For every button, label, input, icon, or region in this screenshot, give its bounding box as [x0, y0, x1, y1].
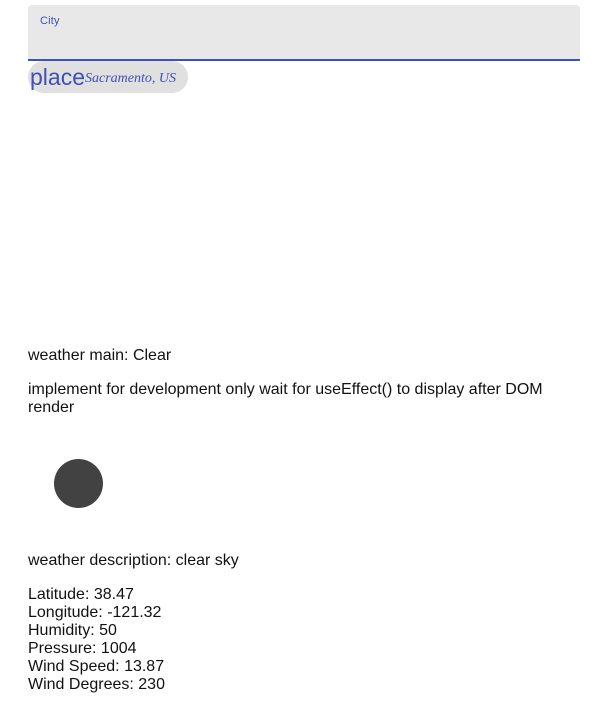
wind-degrees-value: 230	[138, 676, 165, 693]
weather-stats: Latitude: 38.47 Longitude: -121.32 Humid…	[28, 586, 165, 694]
wind-speed-value: 13.87	[124, 658, 165, 675]
weather-main-label: weather main:	[28, 347, 133, 364]
place-icon: place	[30, 64, 85, 90]
city-field[interactable]: City	[28, 5, 580, 61]
pressure-label: Pressure:	[28, 640, 101, 657]
wind-degrees-row: Wind Degrees: 230	[28, 676, 165, 694]
city-input[interactable]	[40, 31, 560, 55]
weather-icon	[54, 459, 103, 508]
weather-main-value: Clear	[132, 347, 172, 364]
humidity-row: Humidity: 50	[28, 622, 165, 640]
latitude-value: 38.47	[93, 586, 134, 603]
humidity-label: Humidity:	[28, 622, 100, 639]
pressure-row: Pressure: 1004	[28, 640, 165, 658]
longitude-value: -121.32	[107, 604, 162, 621]
wind-degrees-label: Wind Degrees:	[28, 676, 139, 693]
place-chip[interactable]: place Sacramento, US	[28, 61, 188, 93]
weather-description-value: clear sky	[175, 552, 239, 569]
humidity-value: 50	[99, 622, 117, 639]
wind-speed-row: Wind Speed: 13.87	[28, 658, 165, 676]
dev-note: implement for development only wait for …	[28, 381, 543, 416]
latitude-row: Latitude: 38.47	[28, 586, 165, 604]
latitude-label: Latitude:	[28, 586, 94, 603]
place-label: Sacramento, US	[84, 71, 176, 86]
longitude-row: Longitude: -121.32	[28, 604, 165, 622]
weather-description-label: weather description:	[28, 552, 176, 569]
city-field-label: City	[40, 15, 60, 27]
pressure-value: 1004	[100, 640, 137, 657]
weather-main: weather main: Clear	[28, 347, 171, 365]
wind-speed-label: Wind Speed:	[28, 658, 125, 675]
longitude-label: Longitude:	[28, 604, 108, 621]
weather-description: weather description: clear sky	[28, 552, 239, 570]
